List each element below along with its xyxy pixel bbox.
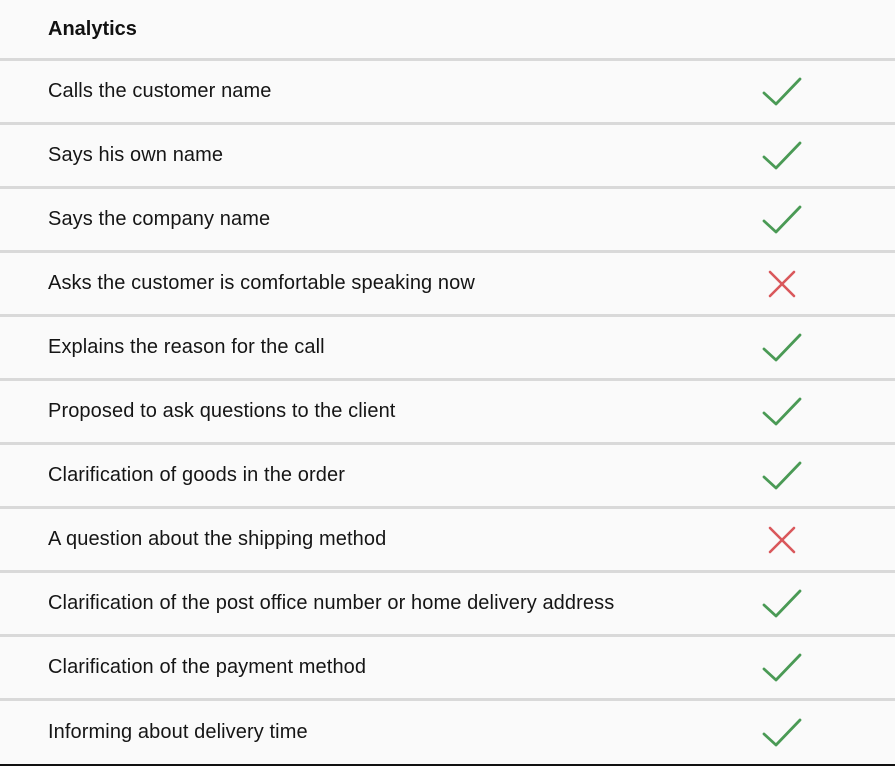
row-label: Calls the customer name <box>48 80 272 102</box>
table-row: Says the company name <box>0 189 895 253</box>
table-row: A question about the shipping method <box>0 509 895 573</box>
table-body: Calls the customer name Says his own name… <box>0 61 895 766</box>
check-icon <box>760 74 804 110</box>
row-label: Clarification of the post office number … <box>48 592 615 614</box>
row-label: Proposed to ask questions to the client <box>48 400 396 422</box>
table-row: Clarification of the post office number … <box>0 573 895 637</box>
check-icon <box>760 330 804 366</box>
row-label: Asks the customer is comfortable speakin… <box>48 272 475 294</box>
row-label: Says his own name <box>48 144 224 166</box>
check-icon <box>760 202 804 238</box>
row-label: Clarification of goods in the order <box>48 464 345 486</box>
table-row: Calls the customer name <box>0 61 895 125</box>
header-title: Analytics <box>48 17 137 40</box>
row-label: Explains the reason for the call <box>48 336 325 358</box>
check-icon <box>760 138 804 174</box>
check-icon <box>760 650 804 686</box>
row-label: A question about the shipping method <box>48 528 387 550</box>
table-row: Proposed to ask questions to the client <box>0 381 895 445</box>
table-row: Says his own name <box>0 125 895 189</box>
analytics-table: Analytics Calls the customer name Says hi… <box>0 0 895 766</box>
row-label: Informing about delivery time <box>48 721 308 743</box>
cross-icon <box>760 522 804 558</box>
row-label: Says the company name <box>48 208 271 230</box>
table-row: Clarification of goods in the order <box>0 445 895 509</box>
check-icon <box>760 458 804 494</box>
row-label: Clarification of the payment method <box>48 656 367 678</box>
cross-icon <box>760 266 804 302</box>
table-row: Informing about delivery time <box>0 701 895 766</box>
table-row: Asks the customer is comfortable speakin… <box>0 253 895 317</box>
check-icon <box>760 586 804 622</box>
table-row: Explains the reason for the call <box>0 317 895 381</box>
check-icon <box>760 394 804 430</box>
check-icon <box>760 715 804 751</box>
table-header: Analytics <box>0 0 895 61</box>
table-row: Clarification of the payment method <box>0 637 895 701</box>
